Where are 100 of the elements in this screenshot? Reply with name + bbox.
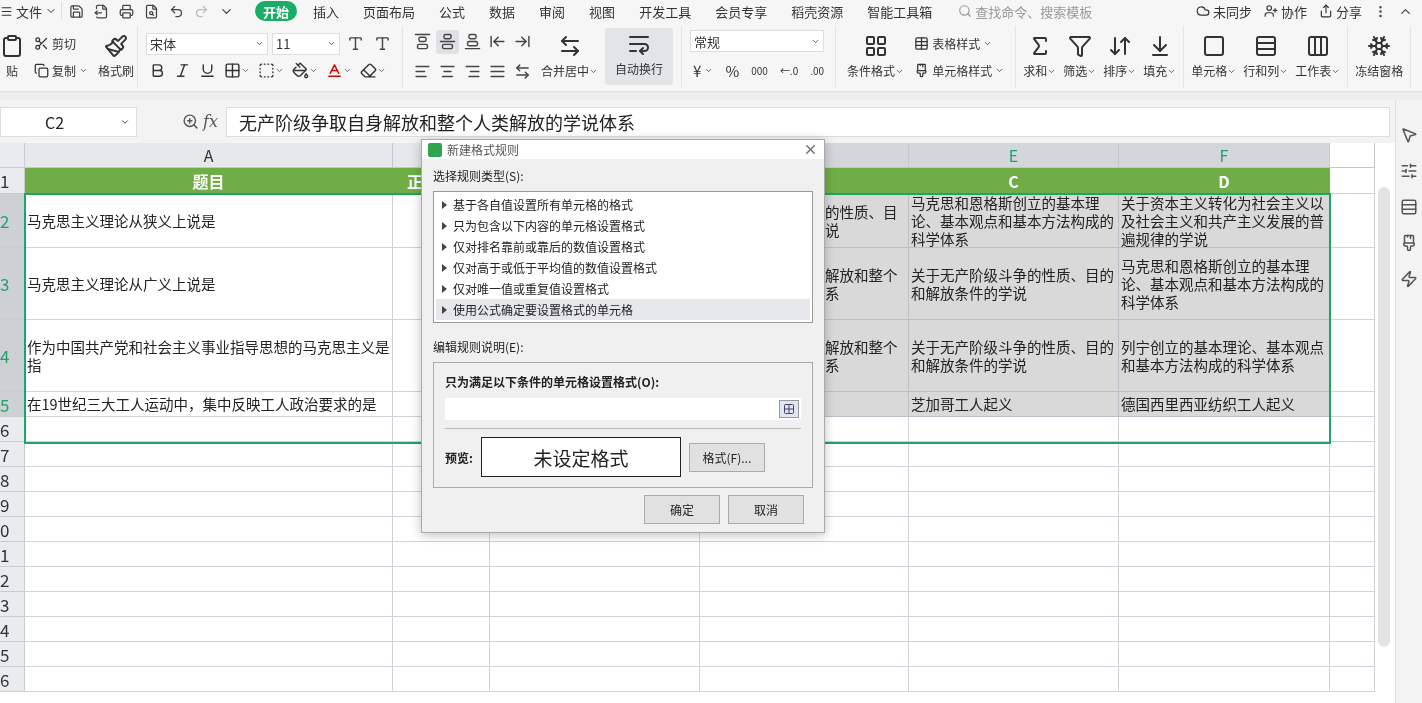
align-middle-button[interactable] <box>436 29 460 54</box>
lightning-icon[interactable] <box>1400 270 1418 288</box>
row-header[interactable]: 9 <box>0 492 25 517</box>
freeze-icon <box>1367 34 1392 58</box>
rows-icon[interactable] <box>1400 198 1418 216</box>
thousands-button[interactable]: 000 <box>748 61 771 80</box>
ok-button[interactable]: 确定 <box>644 495 720 524</box>
sum-button[interactable]: 求和 <box>1020 30 1060 83</box>
percent-button[interactable]: % <box>722 58 743 83</box>
table-cell: 列宁创立的基本理论、基本观点和基本方法构成的科学体系 <box>1119 320 1330 392</box>
align-top-icon <box>414 33 432 50</box>
share-button[interactable]: 分享 <box>1315 1 1366 21</box>
ribbon-tab[interactable]: 开发工具 <box>631 1 700 21</box>
row-header[interactable]: 7 <box>0 442 25 467</box>
row-header[interactable]: 2 <box>0 567 25 592</box>
ribbon-tab[interactable]: 公式 <box>431 1 474 21</box>
search-icon <box>958 4 973 18</box>
caret-icon <box>241 66 251 75</box>
caret-icon <box>1331 67 1341 76</box>
table-cell <box>1330 517 1375 542</box>
currency-button[interactable]: ¥ <box>690 58 717 83</box>
caret-icon <box>377 66 387 75</box>
pointer-icon[interactable] <box>1400 126 1418 144</box>
cut-button[interactable]: 剪切 <box>31 32 91 54</box>
ribbon-tab[interactable]: 审阅 <box>531 1 574 21</box>
cancel-button[interactable]: 取消 <box>728 495 804 524</box>
caret-icon <box>343 66 353 75</box>
paste-button[interactable]: 贴 <box>0 30 27 83</box>
file-menu[interactable]: 文件 <box>0 2 62 20</box>
close-icon[interactable] <box>803 142 818 157</box>
row-header[interactable]: 1 <box>0 168 25 194</box>
ribbon-tab[interactable]: 插入 <box>305 1 348 21</box>
freeze-button[interactable]: 冻结窗格 <box>1352 30 1407 83</box>
table-cell <box>1330 248 1375 320</box>
wrap-text-button[interactable]: 自动换行 <box>605 28 674 85</box>
align-distribute-icon <box>514 63 532 80</box>
align-center-icon <box>439 63 457 80</box>
format-painter-button[interactable]: 格式刷 <box>95 30 138 83</box>
sheet-button[interactable]: 工作表 <box>1292 30 1344 83</box>
conditional-format-button[interactable]: 条件格式 <box>844 30 908 83</box>
table-cell <box>1330 542 1375 567</box>
dialog-title: 新建格式规则 <box>447 141 519 158</box>
cell-style-button[interactable]: 单元格样式 <box>911 59 1008 81</box>
formula-field[interactable]: 无产阶级争取自身解放和整个人类解放的学说体系 <box>225 106 1390 137</box>
format-button[interactable]: 格式(F)... <box>688 442 765 472</box>
zoom-icon[interactable] <box>182 113 199 130</box>
fx-label: fx <box>203 112 218 131</box>
row-header[interactable]: 5 <box>0 642 25 667</box>
list-item[interactable]: 使用公式确定要设置格式的单元格 <box>436 299 810 320</box>
sync-icon <box>1195 4 1210 18</box>
align-outdent-icon <box>489 33 507 50</box>
scrollbar[interactable] <box>1378 187 1390 647</box>
clipboard-icon <box>0 34 24 58</box>
brush-icon[interactable] <box>1400 234 1418 252</box>
merge-center-button[interactable]: 合并居中 <box>538 30 602 83</box>
sliders-icon[interactable] <box>1400 162 1418 180</box>
table-cell <box>1330 492 1375 517</box>
row-header[interactable]: 6 <box>0 667 25 692</box>
align-middle-icon <box>439 33 457 50</box>
row-header[interactable]: 8 <box>0 467 25 492</box>
range-picker-icon[interactable] <box>779 400 799 418</box>
row-header[interactable]: 0 <box>0 517 25 542</box>
font-size-select[interactable]: 11 <box>272 32 341 55</box>
increase-button[interactable]: ←.0 <box>776 61 802 80</box>
row-header[interactable]: 4 <box>0 617 25 642</box>
ribbon-tab[interactable]: 数据 <box>481 1 524 21</box>
table-style-button[interactable]: 表格样式 <box>911 32 1008 54</box>
column-header[interactable]: A <box>25 143 393 168</box>
copy-button[interactable]: 复制 <box>31 59 91 81</box>
preview-box: 未设定格式 <box>480 437 681 477</box>
font-select[interactable]: 宋体 <box>146 32 269 55</box>
rowcol-button[interactable]: 行和列 <box>1240 30 1292 83</box>
row-header[interactable]: 1 <box>0 542 25 567</box>
ribbon-tab[interactable]: 页面布局 <box>355 1 424 21</box>
align-indent-icon <box>514 33 532 50</box>
filter-button[interactable]: 筛选 <box>1060 30 1100 83</box>
row-header[interactable]: 6 <box>0 417 25 442</box>
sort-icon <box>1107 34 1132 58</box>
header-cell: D <box>1119 168 1330 194</box>
cells-button[interactable]: 单元格 <box>1188 30 1240 83</box>
ribbon-tab[interactable]: 会员专享 <box>707 1 776 21</box>
ribbon-tab[interactable]: 稻壳资源 <box>783 1 852 21</box>
decrease-button[interactable]: .00 <box>807 61 828 80</box>
table-cell: 马克思和恩格斯创立的基本理论、基本观点和基本方法构成的科学体系 <box>1119 248 1330 320</box>
sort-button[interactable]: 排序 <box>1100 30 1140 83</box>
caret-icon <box>309 66 319 75</box>
cells-icon <box>1201 34 1226 58</box>
row-header[interactable]: 3 <box>0 592 25 617</box>
name-box[interactable]: C2 <box>0 106 137 137</box>
ribbon-tab[interactable]: 智能工具箱 <box>859 1 941 21</box>
fill-button[interactable]: 填充 <box>1140 30 1180 83</box>
rowcol-icon <box>1253 34 1278 58</box>
sync-button[interactable]: 未同步 <box>1191 1 1256 21</box>
ribbon-tab[interactable]: 视图 <box>581 1 624 21</box>
collab-button[interactable]: 协作 <box>1259 1 1311 21</box>
number-format-select[interactable]: 常规 <box>690 30 825 52</box>
formula-input[interactable] <box>445 398 801 420</box>
color-icon <box>326 62 344 79</box>
export-icon <box>94 3 109 19</box>
app-logo-icon <box>428 142 442 157</box>
